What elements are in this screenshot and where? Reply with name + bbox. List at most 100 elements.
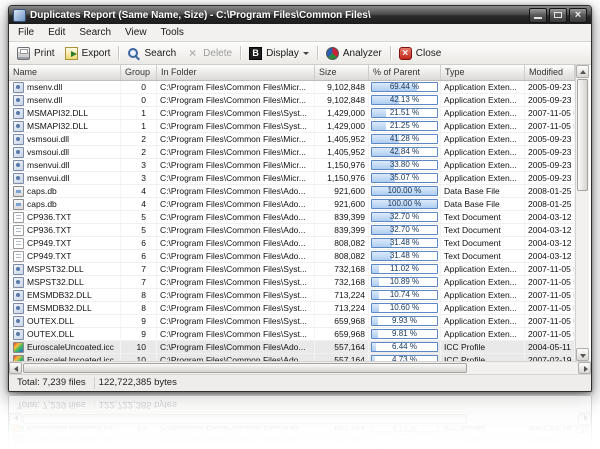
- duplicate-row[interactable]: msenvui.dll3C:\Program Files\Common File…: [9, 172, 575, 185]
- cell-size: 557,164: [315, 426, 369, 433]
- cell-name: msenvui.dll: [9, 172, 121, 184]
- cell-modified: 2004-03-12 7:01: [525, 237, 575, 249]
- close-button[interactable]: Close: [394, 45, 447, 62]
- scroll-left-arrow-icon[interactable]: [9, 362, 22, 374]
- cell-type: Text Document: [441, 211, 525, 223]
- analyzer-button[interactable]: Analyzer: [321, 45, 387, 62]
- cell-name: EuroscaleUncoated.icc: [9, 434, 121, 446]
- duplicate-row[interactable]: vsmsoui.dll2C:\Program Files\Common File…: [9, 133, 575, 146]
- file-name: CP936.TXT: [27, 224, 71, 236]
- cell-folder: C:\Program Files\Common Files\Syst...: [157, 107, 315, 119]
- percent-bar: 42.13 %: [371, 95, 438, 105]
- cell-modified: 2007-11-05 5:18: [525, 302, 575, 314]
- duplicate-row[interactable]: caps.db4C:\Program Files\Common Files\Ad…: [9, 185, 575, 198]
- titlebar-close-button[interactable]: [569, 8, 587, 23]
- dll-file-icon: [13, 329, 24, 340]
- duplicate-row[interactable]: MSMAPI32.DLL1C:\Program Files\Common Fil…: [9, 120, 575, 133]
- vertical-scroll-thumb[interactable]: [577, 79, 588, 191]
- scroll-down-arrow-icon[interactable]: [576, 348, 589, 361]
- cell-size: 1,429,000: [315, 107, 369, 119]
- close-red-icon: [399, 47, 412, 60]
- duplicate-row[interactable]: OUTEX.DLL9C:\Program Files\Common Files\…: [9, 328, 575, 341]
- cell-name: CP949.TXT: [9, 237, 121, 249]
- horizontal-scrollbar[interactable]: [9, 361, 591, 374]
- duplicate-row[interactable]: EuroscaleUncoated.icc10C:\Program Files\…: [9, 354, 575, 361]
- cell-size: 713,224: [315, 302, 369, 314]
- cell-percent: 100.00 %: [369, 185, 441, 197]
- menu-item-tools[interactable]: Tools: [154, 26, 191, 39]
- db-file-icon: [13, 186, 24, 197]
- scroll-right-arrow-icon[interactable]: [578, 362, 591, 374]
- cell-folder: C:\Program Files\Common Files\Syst...: [157, 328, 315, 340]
- menu-item-edit[interactable]: Edit: [41, 26, 72, 39]
- duplicate-row[interactable]: EMSMDB32.DLL8C:\Program Files\Common Fil…: [9, 289, 575, 302]
- cell-name: CP936.TXT: [9, 224, 121, 236]
- dll-file-icon: [13, 303, 24, 314]
- menu-item-file[interactable]: File: [11, 26, 41, 39]
- horizontal-scroll-thumb[interactable]: [23, 363, 467, 373]
- duplicate-row[interactable]: caps.db4C:\Program Files\Common Files\Ad…: [9, 198, 575, 211]
- duplicate-row[interactable]: CP949.TXT6C:\Program Files\Common Files\…: [9, 237, 575, 250]
- print-button[interactable]: Print: [12, 45, 60, 62]
- cell-name: CP936.TXT: [9, 211, 121, 223]
- duplicate-row[interactable]: MSMAPI32.DLL1C:\Program Files\Common Fil…: [9, 107, 575, 120]
- cell-name: EuroscaleUncoated.icc: [9, 341, 121, 353]
- cell-type: Data Base File: [441, 185, 525, 197]
- percent-label: 32.70 %: [372, 213, 437, 221]
- scroll-up-arrow-icon[interactable]: [576, 65, 589, 78]
- cell-folder: C:\Program Files\Common Files\Ado...: [157, 224, 315, 236]
- search-button[interactable]: Search: [122, 45, 181, 62]
- file-name: CP949.TXT: [27, 250, 71, 262]
- cell-modified: 2007-11-05 5:18: [525, 328, 575, 340]
- cell-type: Application Exten...: [441, 263, 525, 275]
- column-header-name[interactable]: Name: [9, 65, 121, 80]
- duplicate-row[interactable]: OUTEX.DLL9C:\Program Files\Common Files\…: [9, 315, 575, 328]
- percent-bar: 100.00 %: [371, 186, 438, 196]
- titlebar-maximize-button[interactable]: [549, 8, 567, 23]
- display-button[interactable]: Display: [244, 45, 314, 62]
- cell-type: ICC Profile: [441, 341, 525, 353]
- duplicate-row[interactable]: EMSMDB32.DLL8C:\Program Files\Common Fil…: [9, 302, 575, 315]
- duplicate-row[interactable]: vsmsoui.dll2C:\Program Files\Common File…: [9, 146, 575, 159]
- delete-button[interactable]: Delete: [181, 45, 237, 62]
- cell-folder: C:\Program Files\Common Files\Ado...: [157, 237, 315, 249]
- cell-name: caps.db: [9, 185, 121, 197]
- export-button[interactable]: Export: [60, 45, 116, 62]
- app-window-reflection-copy: Duplicates Report (Same Name, Size) - C:…: [8, 395, 592, 449]
- duplicate-row[interactable]: MSPST32.DLL7C:\Program Files\Common File…: [9, 263, 575, 276]
- percent-bar: 41.28 %: [371, 134, 438, 144]
- cell-size: 839,399: [315, 224, 369, 236]
- duplicate-row[interactable]: MSPST32.DLL7C:\Program Files\Common File…: [9, 276, 575, 289]
- window-reflection: Duplicates Report (Same Name, Size) - C:…: [8, 395, 592, 449]
- cell-group: 7: [121, 276, 157, 288]
- vertical-scrollbar[interactable]: [575, 65, 589, 361]
- column-header--of-parent[interactable]: % of Parent: [369, 65, 441, 80]
- column-header-size[interactable]: Size: [315, 65, 369, 80]
- duplicate-row[interactable]: msenvui.dll3C:\Program Files\Common File…: [9, 159, 575, 172]
- menu-item-search[interactable]: Search: [72, 26, 118, 39]
- scroll-right-arrow-icon: [578, 413, 591, 425]
- toolbar-separator: [317, 46, 318, 60]
- cell-percent: 41.28 %: [369, 133, 441, 145]
- duplicate-row[interactable]: EuroscaleUncoated.icc10C:\Program Files\…: [9, 341, 575, 354]
- cell-percent: 10.89 %: [369, 276, 441, 288]
- column-header-type[interactable]: Type: [441, 65, 525, 80]
- duplicate-row[interactable]: CP949.TXT6C:\Program Files\Common Files\…: [9, 250, 575, 263]
- percent-bar: 9.93 %: [371, 316, 438, 326]
- cell-type: Application Exten...: [441, 133, 525, 145]
- cell-percent: 32.70 %: [369, 224, 441, 236]
- duplicate-row[interactable]: CP936.TXT5C:\Program Files\Common Files\…: [9, 224, 575, 237]
- titlebar[interactable]: Duplicates Report (Same Name, Size) - C:…: [9, 6, 591, 24]
- duplicate-row[interactable]: msenv.dll0C:\Program Files\Common Files\…: [9, 81, 575, 94]
- column-header-group[interactable]: Group: [121, 65, 157, 80]
- percent-bar-fill: [372, 426, 375, 431]
- column-header-in-folder[interactable]: In Folder: [157, 65, 315, 80]
- duplicate-row[interactable]: msenv.dll0C:\Program Files\Common Files\…: [9, 94, 575, 107]
- cell-folder: C:\Program Files\Common Files\Micr...: [157, 172, 315, 184]
- titlebar-minimize-button[interactable]: [529, 8, 547, 23]
- cell-modified: 2007-02-19 10:0: [525, 354, 575, 361]
- menu-item-view[interactable]: View: [118, 26, 154, 39]
- column-header-modified[interactable]: Modified: [525, 65, 575, 80]
- cell-group: 10: [121, 354, 157, 361]
- duplicate-row[interactable]: CP936.TXT5C:\Program Files\Common Files\…: [9, 211, 575, 224]
